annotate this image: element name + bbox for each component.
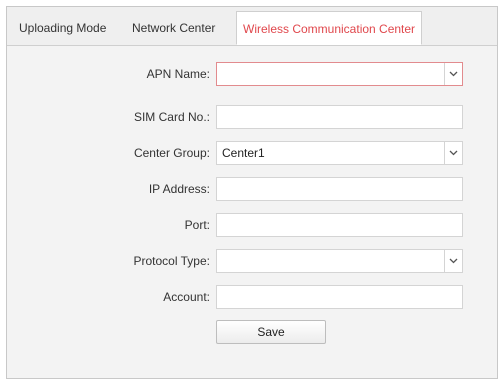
ip-address-label: IP Address:: [148, 182, 210, 196]
account-label: Account:: [163, 290, 210, 304]
save-button[interactable]: Save: [216, 320, 326, 344]
apn-name-select[interactable]: [216, 62, 463, 86]
ip-address-input[interactable]: [216, 177, 463, 201]
chevron-down-icon[interactable]: [444, 63, 462, 85]
center-group-value: Center1: [222, 146, 265, 160]
account-input[interactable]: [216, 285, 463, 309]
chevron-down-icon[interactable]: [444, 142, 462, 164]
port-input[interactable]: [216, 213, 463, 237]
protocol-type-label: Protocol Type:: [133, 254, 211, 268]
apn-name-label: APN Name:: [146, 67, 210, 81]
port-label: Port:: [184, 218, 210, 232]
center-group-select[interactable]: Center1: [216, 141, 463, 165]
tab-network-center[interactable]: Network Center: [126, 12, 221, 44]
tab-wireless-communication-center[interactable]: Wireless Communication Center: [236, 11, 423, 45]
protocol-type-select[interactable]: [216, 249, 463, 273]
sim-card-no-input[interactable]: [216, 105, 463, 129]
sim-card-no-label: SIM Card No.:: [133, 110, 210, 124]
center-group-label: Center Group:: [133, 146, 210, 160]
tab-bar: Uploading Mode Network Center Wireless C…: [7, 7, 497, 46]
tab-uploading-mode[interactable]: Uploading Mode: [13, 12, 112, 44]
chevron-down-icon[interactable]: [444, 250, 462, 272]
